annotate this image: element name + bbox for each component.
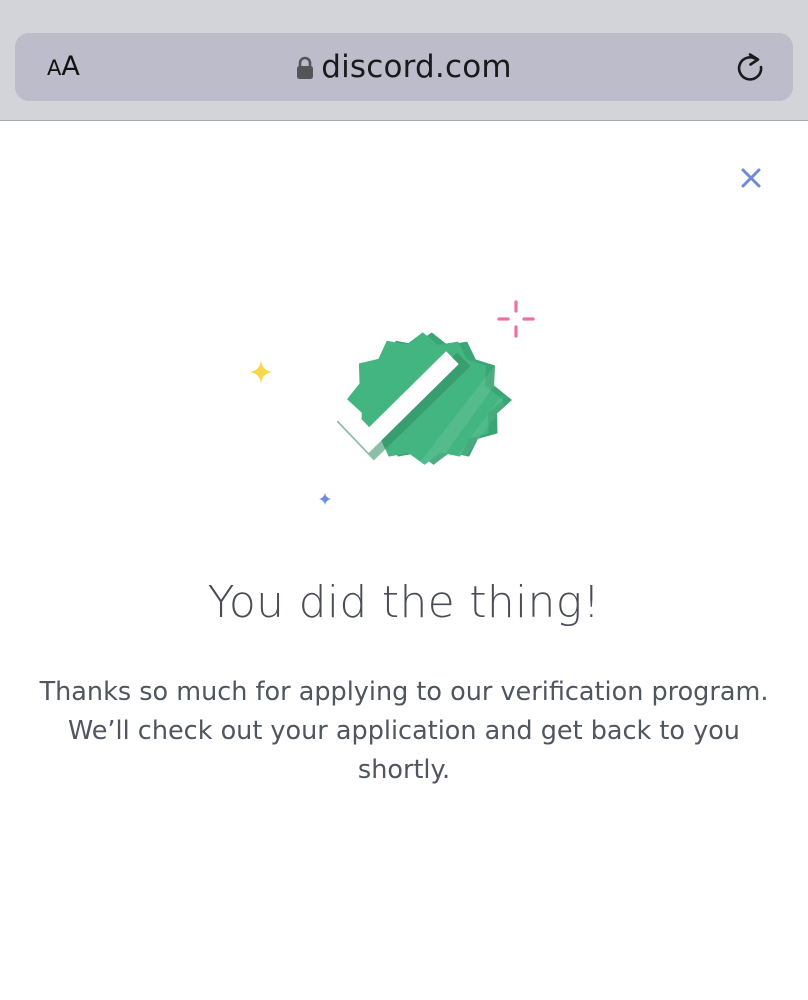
- close-icon[interactable]: [737, 164, 765, 192]
- pink-sparkle-icon: [497, 300, 535, 338]
- yellow-sparkle-icon: [249, 360, 273, 384]
- page-title: You did the thing!: [207, 577, 601, 628]
- lock-icon: [297, 56, 314, 79]
- description-line: Thanks so much for applying to our verif…: [39, 677, 769, 707]
- description-line: We’ll check out your application and get…: [68, 716, 740, 746]
- verified-badge-icon: [249, 300, 535, 505]
- url-text: discord.com: [321, 49, 512, 85]
- blue-sparkle-icon: [319, 493, 331, 505]
- address-bar[interactable]: A A discord.com: [15, 33, 793, 101]
- browser-chrome: A A discord.com: [0, 0, 808, 121]
- reload-icon[interactable]: [733, 50, 767, 84]
- description: Thanks so much for applying to our verif…: [30, 673, 778, 790]
- description-line: shortly.: [357, 755, 451, 785]
- url-display[interactable]: discord.com: [15, 33, 793, 101]
